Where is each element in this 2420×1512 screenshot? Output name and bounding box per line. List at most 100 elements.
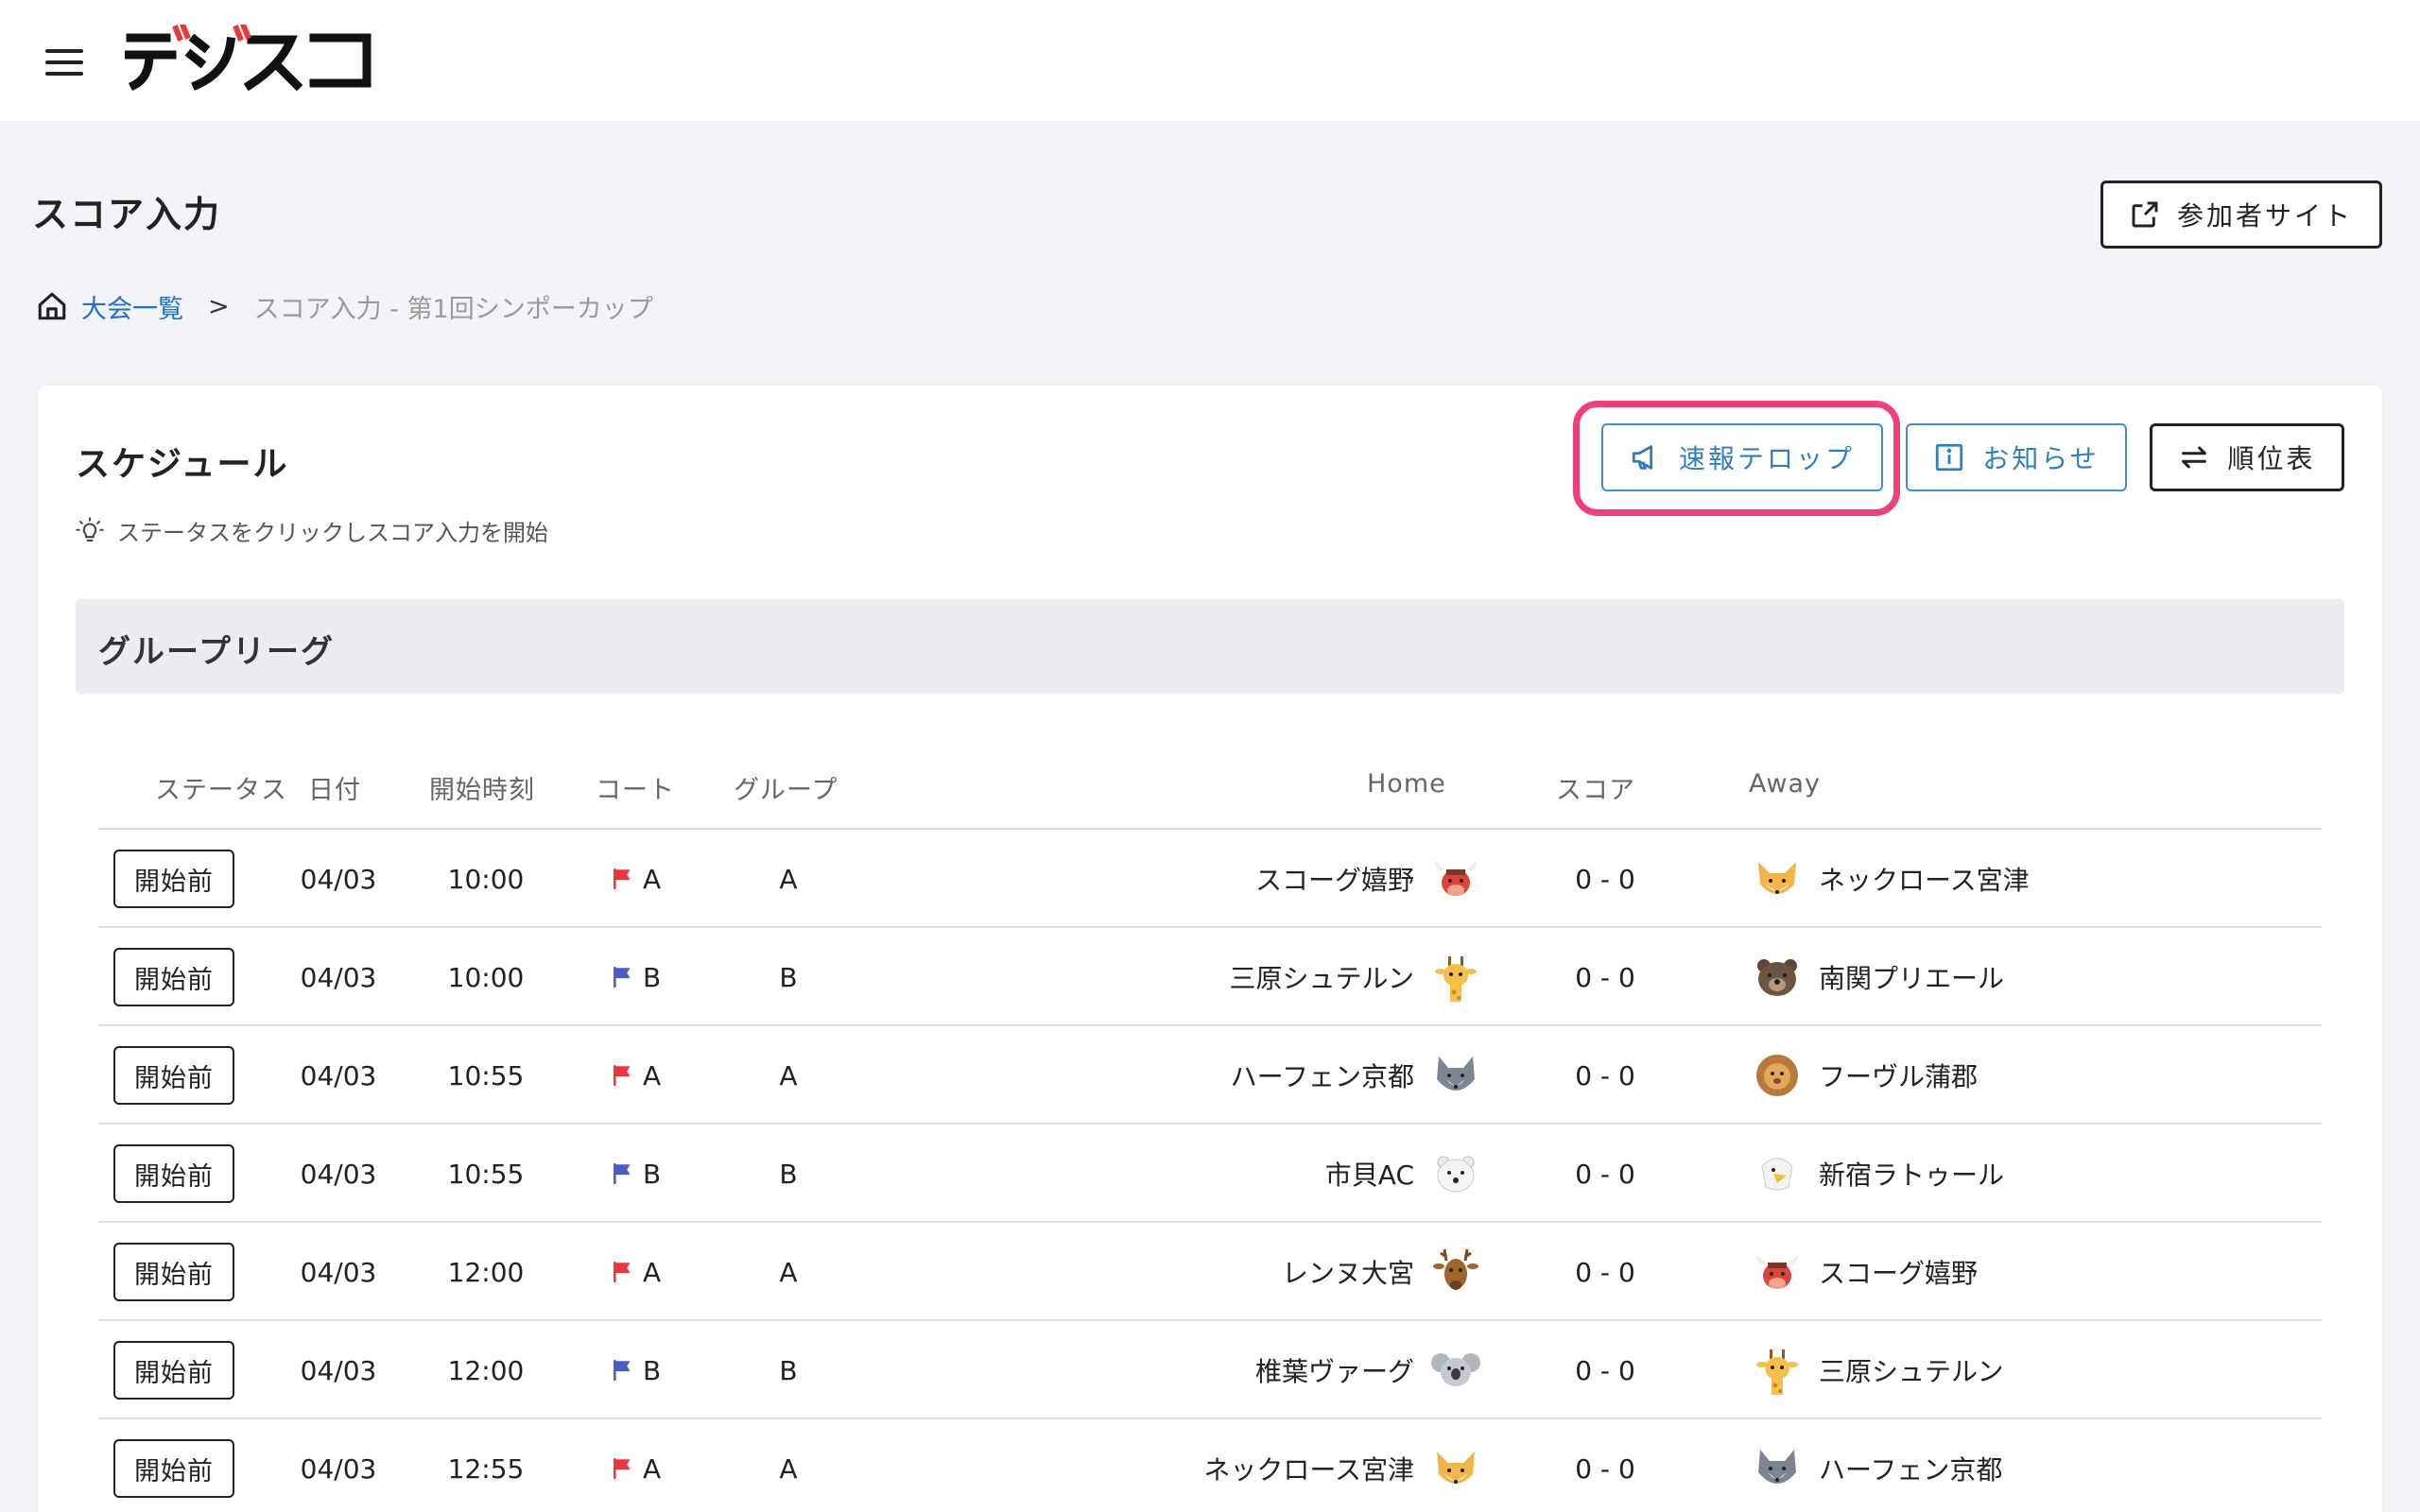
away-team-name: 新宿ラトゥール <box>1819 1160 2005 1191</box>
col-group: グループ <box>734 776 838 805</box>
status-button[interactable]: 開始前 <box>113 1341 234 1400</box>
fox-icon <box>1437 1452 1475 1484</box>
status-button[interactable]: 開始前 <box>113 850 234 908</box>
court-label: B <box>643 961 662 993</box>
match-time: 12:00 <box>447 1256 525 1288</box>
table-row: 開始前 04/03 10:55 A A ハーフェン京都 0 - 0 フーヴル蒲郡 <box>98 1026 2322 1125</box>
away-team-name: ハーフェン京都 <box>1819 1454 2003 1486</box>
court-cell: A <box>611 1223 661 1321</box>
polar-bear-icon <box>1437 1156 1475 1193</box>
group-label: B <box>779 1158 798 1190</box>
group-label: B <box>779 1354 798 1386</box>
schedule-actions: 速報テロップ お知らせ 順位表 <box>1601 423 2344 491</box>
match-time: 10:55 <box>447 1158 525 1190</box>
schedule-card: スケジュール ステータスをクリックしスコア入力を開始 速報テロップ お知らせ 順… <box>38 386 2382 1512</box>
breadcrumb-current: スコア入力 - 第1回シンポーカップ <box>253 294 653 324</box>
match-score: 0 - 0 <box>1575 1158 1635 1190</box>
bear-icon <box>1757 959 1797 996</box>
status-button[interactable]: 開始前 <box>113 1046 234 1105</box>
court-cell: A <box>611 1419 661 1512</box>
away-team-name: ネックロース宮津 <box>1819 865 2030 896</box>
match-score: 0 - 0 <box>1575 863 1635 895</box>
col-status: ステータス <box>155 776 287 805</box>
breadcrumb-home-link[interactable]: 大会一覧 <box>81 288 183 325</box>
table-header: ステータス 日付 開始時刻 コート グループ Home スコア Away <box>98 743 2322 830</box>
breaking-telop-button[interactable]: 速報テロップ <box>1601 423 1883 491</box>
schedule-hint: ステータスをクリックしスコア入力を開始 <box>76 514 548 547</box>
away-team: ネックロース宮津 <box>1749 830 2221 928</box>
notice-button[interactable]: お知らせ <box>1906 423 2127 491</box>
breadcrumb-separator: > <box>208 291 230 321</box>
swap-arrows-icon <box>2182 446 2207 469</box>
group-label: A <box>779 1256 798 1288</box>
home-team-name: 椎葉ヴァーグ <box>1254 1356 1414 1387</box>
court-flag-icon <box>614 1360 631 1381</box>
match-score: 0 - 0 <box>1575 961 1635 993</box>
match-time: 10:00 <box>447 961 525 993</box>
breaking-telop-label: 速報テロップ <box>1678 443 1855 474</box>
court-label: A <box>643 1452 662 1485</box>
match-date: 04/03 <box>300 961 377 993</box>
court-flag-icon <box>614 1262 631 1282</box>
schedule-hint-text: ステータスをクリックしスコア入力を開始 <box>117 520 548 546</box>
court-flag-icon <box>614 967 631 988</box>
home-team-name: スコーグ嬉野 <box>1254 865 1414 896</box>
away-team: 三原シュテルン <box>1749 1321 2221 1419</box>
match-date: 04/03 <box>300 1452 377 1485</box>
match-score: 0 - 0 <box>1575 1452 1635 1485</box>
status-button[interactable]: 開始前 <box>113 948 234 1006</box>
breadcrumb: 大会一覧 > スコア入力 - 第1回シンポーカップ <box>36 287 653 325</box>
court-cell: B <box>611 1125 661 1223</box>
bull-icon <box>1434 860 1478 896</box>
wolf-icon <box>1758 1450 1796 1484</box>
deer-icon <box>1433 1248 1478 1290</box>
eagle-icon <box>1761 1158 1793 1191</box>
away-team: 南関プリエール <box>1749 928 2221 1026</box>
home-team: 三原シュテルン <box>1044 928 1484 1026</box>
court-flag-icon <box>614 868 631 889</box>
court-cell: B <box>611 1321 661 1419</box>
away-team: 新宿ラトゥール <box>1749 1125 2221 1223</box>
status-button[interactable]: 開始前 <box>113 1243 234 1301</box>
away-team: ハーフェン京都 <box>1749 1419 2221 1512</box>
bull-icon <box>1755 1253 1799 1289</box>
court-label: A <box>643 1059 662 1091</box>
court-flag-icon <box>614 1458 631 1479</box>
group-label: A <box>779 1452 798 1485</box>
home-team-name: 市貝AC <box>1324 1160 1414 1191</box>
court-cell: B <box>611 928 661 1026</box>
table-row: 開始前 04/03 10:00 B B 三原シュテルン 0 - 0 南関プリエール <box>98 928 2322 1026</box>
match-score: 0 - 0 <box>1575 1354 1635 1386</box>
match-date: 04/03 <box>300 1158 377 1190</box>
table-row: 開始前 04/03 12:00 A A レンヌ大宮 0 - 0 スコーグ嬉野 <box>98 1223 2322 1321</box>
home-icon[interactable] <box>36 290 68 322</box>
lion-icon <box>1756 1055 1798 1096</box>
court-label: A <box>643 1256 662 1288</box>
away-team-name: フーヴル蒲郡 <box>1819 1061 1979 1092</box>
col-home: Home <box>1367 769 1446 799</box>
match-time: 12:55 <box>447 1452 525 1485</box>
schedule-table: ステータス 日付 開始時刻 コート グループ Home スコア Away 開始前… <box>98 743 2322 1512</box>
standings-label: 順位表 <box>2227 443 2316 474</box>
app-logo[interactable] <box>125 25 380 93</box>
lightbulb-icon <box>76 516 104 541</box>
match-score: 0 - 0 <box>1575 1059 1635 1091</box>
hamburger-menu-icon[interactable] <box>45 49 83 76</box>
table-row: 開始前 04/03 12:00 B B 椎葉ヴァーグ 0 - 0 三原シュテルン <box>98 1321 2322 1419</box>
status-button[interactable]: 開始前 <box>113 1439 234 1498</box>
court-cell: A <box>611 1026 661 1125</box>
wolf-icon <box>1437 1057 1475 1091</box>
match-date: 04/03 <box>300 1059 377 1091</box>
participant-site-button[interactable]: 参加者サイト <box>2100 180 2382 249</box>
standings-button[interactable]: 順位表 <box>2150 423 2344 491</box>
home-team: 椎葉ヴァーグ <box>1044 1321 1484 1419</box>
status-button[interactable]: 開始前 <box>113 1144 234 1203</box>
home-team: 市貝AC <box>1044 1125 1484 1223</box>
top-bar <box>0 0 2420 121</box>
match-time: 10:00 <box>447 863 525 895</box>
court-cell: A <box>611 830 661 928</box>
home-team-name: ハーフェン京都 <box>1230 1061 1414 1092</box>
group-label: A <box>779 1059 798 1091</box>
home-team-name: 三原シュテルン <box>1229 963 1414 994</box>
home-team: スコーグ嬉野 <box>1044 830 1484 928</box>
